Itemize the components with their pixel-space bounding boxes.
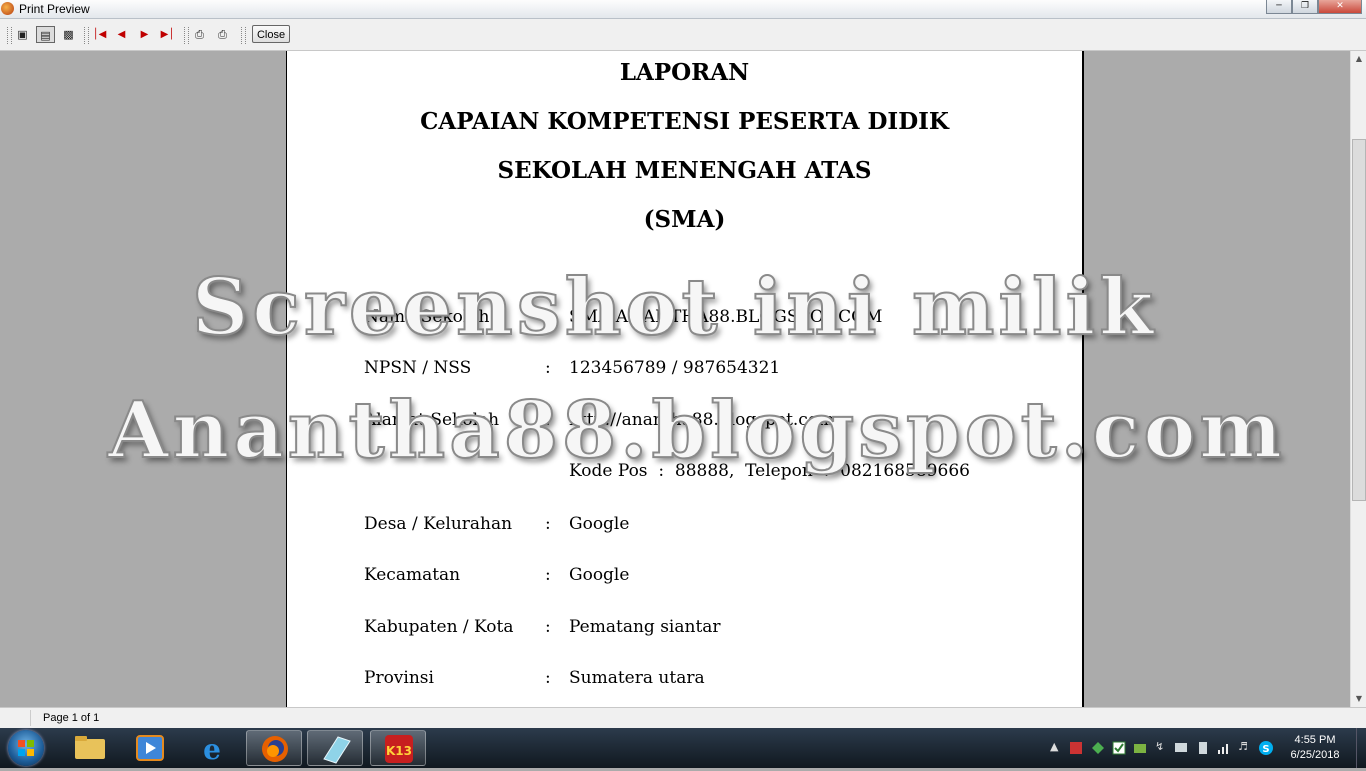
row-value: Pematang siantar [569,617,721,637]
row-label: Provinsi [364,668,434,688]
row-value: 123456789 / 987654321 [569,358,781,378]
report-page: LAPORAN CAPAIAN KOMPETENSI PESERTA DIDIK… [286,51,1084,707]
row-value: http://anantha88.blogspot.com [569,410,835,430]
preview-viewport[interactable]: LAPORAN CAPAIAN KOMPETENSI PESERTA DIDIK… [0,51,1350,707]
signal-icon[interactable] [1217,741,1231,755]
row-label: Nama Sekolah [364,307,490,327]
row-label: Alamat Sekolah [364,410,500,430]
svg-text:e: e [203,733,221,766]
preview-toolbar: ▣ ▤ ▩ │◀ ◀ ▶ ▶│ ⎙ ⎙ [0,19,1366,51]
row-label: Desa / Kelurahan [364,514,513,534]
security-tray-icon[interactable] [1133,741,1147,755]
one-page-icon[interactable]: ▣ [13,26,32,43]
system-clock[interactable]: 4:55 PM 6/25/2018 [1285,733,1345,763]
flag-alert-icon[interactable] [1069,741,1083,755]
k13-taskbar-button[interactable]: K13 [370,730,426,766]
row-label: Kecamatan [364,565,461,585]
taskbar: e K13 ▲ ↯ ♬ S 4:55 PM 6/25/2018 [0,728,1366,768]
scroll-thumb[interactable] [1352,139,1366,501]
toolbar-grip[interactable] [7,27,12,44]
close-button[interactable]: Close [252,25,290,43]
row-value: Google [569,565,630,585]
k13-app-icon: K13 [385,735,413,763]
message-icon[interactable] [1174,741,1188,755]
clock-date: 6/25/2018 [1290,749,1340,761]
status-bar: Page 1 of 1 [0,707,1366,729]
row-colon: : [545,514,551,534]
svg-text:K13: K13 [386,744,412,758]
report-heading-4: (SMA) [643,206,726,233]
print-icon[interactable]: ⎙ [213,26,232,43]
maximize-icon[interactable]: ❐ [1292,0,1318,14]
last-page-icon[interactable]: ▶│ [158,26,177,43]
row-value: Kode Pos : 88888, Telepon : 082168589666 [569,461,970,481]
scroll-down-icon[interactable]: ▼ [1351,691,1366,707]
row-value: SMA ANANTHA88.BLOGSPOT.COM [569,307,883,327]
report-heading-1: LAPORAN [619,59,750,86]
minimize-icon[interactable]: ─ [1266,0,1292,14]
row-label: Kabupaten / Kota [364,617,514,637]
window-controls: ─ ❐ ✕ [1266,0,1362,14]
title-bar: Print Preview ─ ❐ ✕ [0,0,1366,19]
report-heading-2: CAPAIAN KOMPETENSI PESERTA DIDIK [420,108,949,135]
stylus-app-icon [323,736,351,764]
clock-time: 4:55 PM [1294,734,1336,746]
windows-logo-icon [18,740,34,756]
firefox-taskbar-button[interactable] [246,730,302,766]
show-hidden-icons-icon[interactable]: ▲ [1050,740,1058,753]
folder-icon [75,736,105,759]
media-player-taskbar-button[interactable] [122,730,178,766]
start-button[interactable] [8,730,44,766]
row-colon: : [545,668,551,688]
network-app-icon[interactable] [1091,741,1105,755]
explorer-taskbar-button[interactable] [62,730,118,766]
bluetooth-icon[interactable]: ↯ [1155,740,1164,753]
window-title: Print Preview [19,2,90,16]
first-page-icon[interactable]: │◀ [90,26,109,43]
toolbar-separator [184,27,189,44]
checkbox-tray-icon[interactable] [1112,741,1126,755]
row-colon: : [545,617,551,637]
page-width-icon[interactable]: ▤ [36,26,55,43]
internet-explorer-icon: e [203,733,221,766]
ie-taskbar-button[interactable]: e [184,730,240,766]
svg-text:S: S [1262,744,1269,755]
media-player-icon [136,735,164,761]
row-colon: : [545,307,551,327]
toolbar-separator [84,27,89,44]
row-label: NPSN / NSS [364,358,472,378]
whole-page-icon[interactable]: ▩ [59,26,78,43]
skype-icon[interactable]: S [1258,740,1274,756]
print-setup-icon[interactable]: ⎙ [190,26,209,43]
show-desktop-button[interactable] [1356,728,1366,768]
status-cell [0,710,31,726]
scroll-up-icon[interactable]: ▲ [1351,51,1366,67]
close-window-icon[interactable]: ✕ [1318,0,1362,14]
previous-page-icon[interactable]: ◀ [112,26,131,43]
firefox-icon [262,736,288,762]
stylus-taskbar-button[interactable] [307,730,363,766]
vertical-scrollbar[interactable]: ▲ ▼ [1350,51,1366,707]
row-colon: : [545,410,551,430]
next-page-icon[interactable]: ▶ [135,26,154,43]
row-value: Google [569,514,630,534]
volume-icon[interactable]: ♬ [1238,740,1248,753]
app-icon [1,2,14,15]
row-colon: : [545,358,551,378]
toolbar-separator [241,27,246,44]
row-value: Sumatera utara [569,668,705,688]
page-indicator: Page 1 of 1 [43,712,100,724]
report-heading-3: SEKOLAH MENENGAH ATAS [497,157,872,184]
device-icon[interactable] [1196,741,1210,755]
row-colon: : [545,565,551,585]
